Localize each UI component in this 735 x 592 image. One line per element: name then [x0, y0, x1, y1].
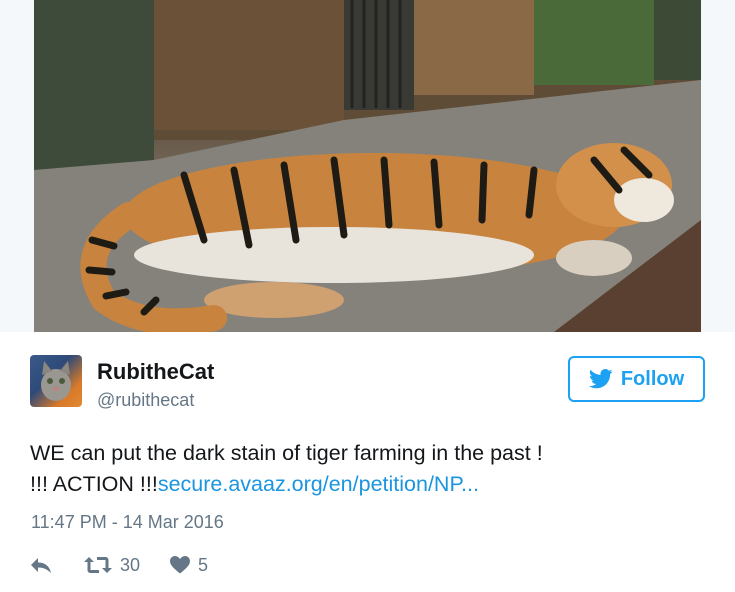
tweet-text-action: !!! ACTION !!! — [30, 472, 158, 496]
retweet-button[interactable]: 30 — [84, 555, 140, 576]
avatar[interactable] — [30, 355, 82, 407]
tweet-text-line2: !!! ACTION !!!secure.avaaz.org/en/petiti… — [30, 469, 710, 500]
tweet-actions: 30 5 — [30, 552, 208, 578]
retweet-count: 30 — [120, 554, 141, 575]
tweet-card: RubitheCat @rubithecat Follow WE can put… — [0, 332, 735, 592]
tweet-timestamp[interactable]: 11:47 PM - 14 Mar 2016 — [31, 512, 224, 533]
author-display-name[interactable]: RubitheCat — [97, 359, 214, 385]
tweet-media-photo[interactable] — [34, 0, 701, 332]
author-handle[interactable]: @rubithecat — [97, 390, 194, 411]
tiger-photo — [34, 0, 701, 332]
like-button[interactable]: 5 — [170, 555, 208, 576]
like-count: 5 — [198, 554, 209, 575]
heart-icon — [170, 556, 191, 574]
follow-label: Follow — [620, 367, 685, 390]
twitter-bird-icon — [588, 369, 613, 389]
reply-button[interactable] — [30, 556, 52, 574]
tweet-text: WE can put the dark stain of tiger farmi… — [30, 438, 710, 500]
follow-button[interactable]: Follow — [568, 356, 705, 402]
retweet-icon — [84, 557, 112, 573]
tweet-link[interactable]: secure.avaaz.org/en/petition/NP... — [158, 472, 479, 496]
cat-avatar-icon — [41, 361, 71, 401]
reply-icon — [31, 558, 51, 573]
tweet-text-line1: WE can put the dark stain of tiger farmi… — [30, 441, 543, 465]
